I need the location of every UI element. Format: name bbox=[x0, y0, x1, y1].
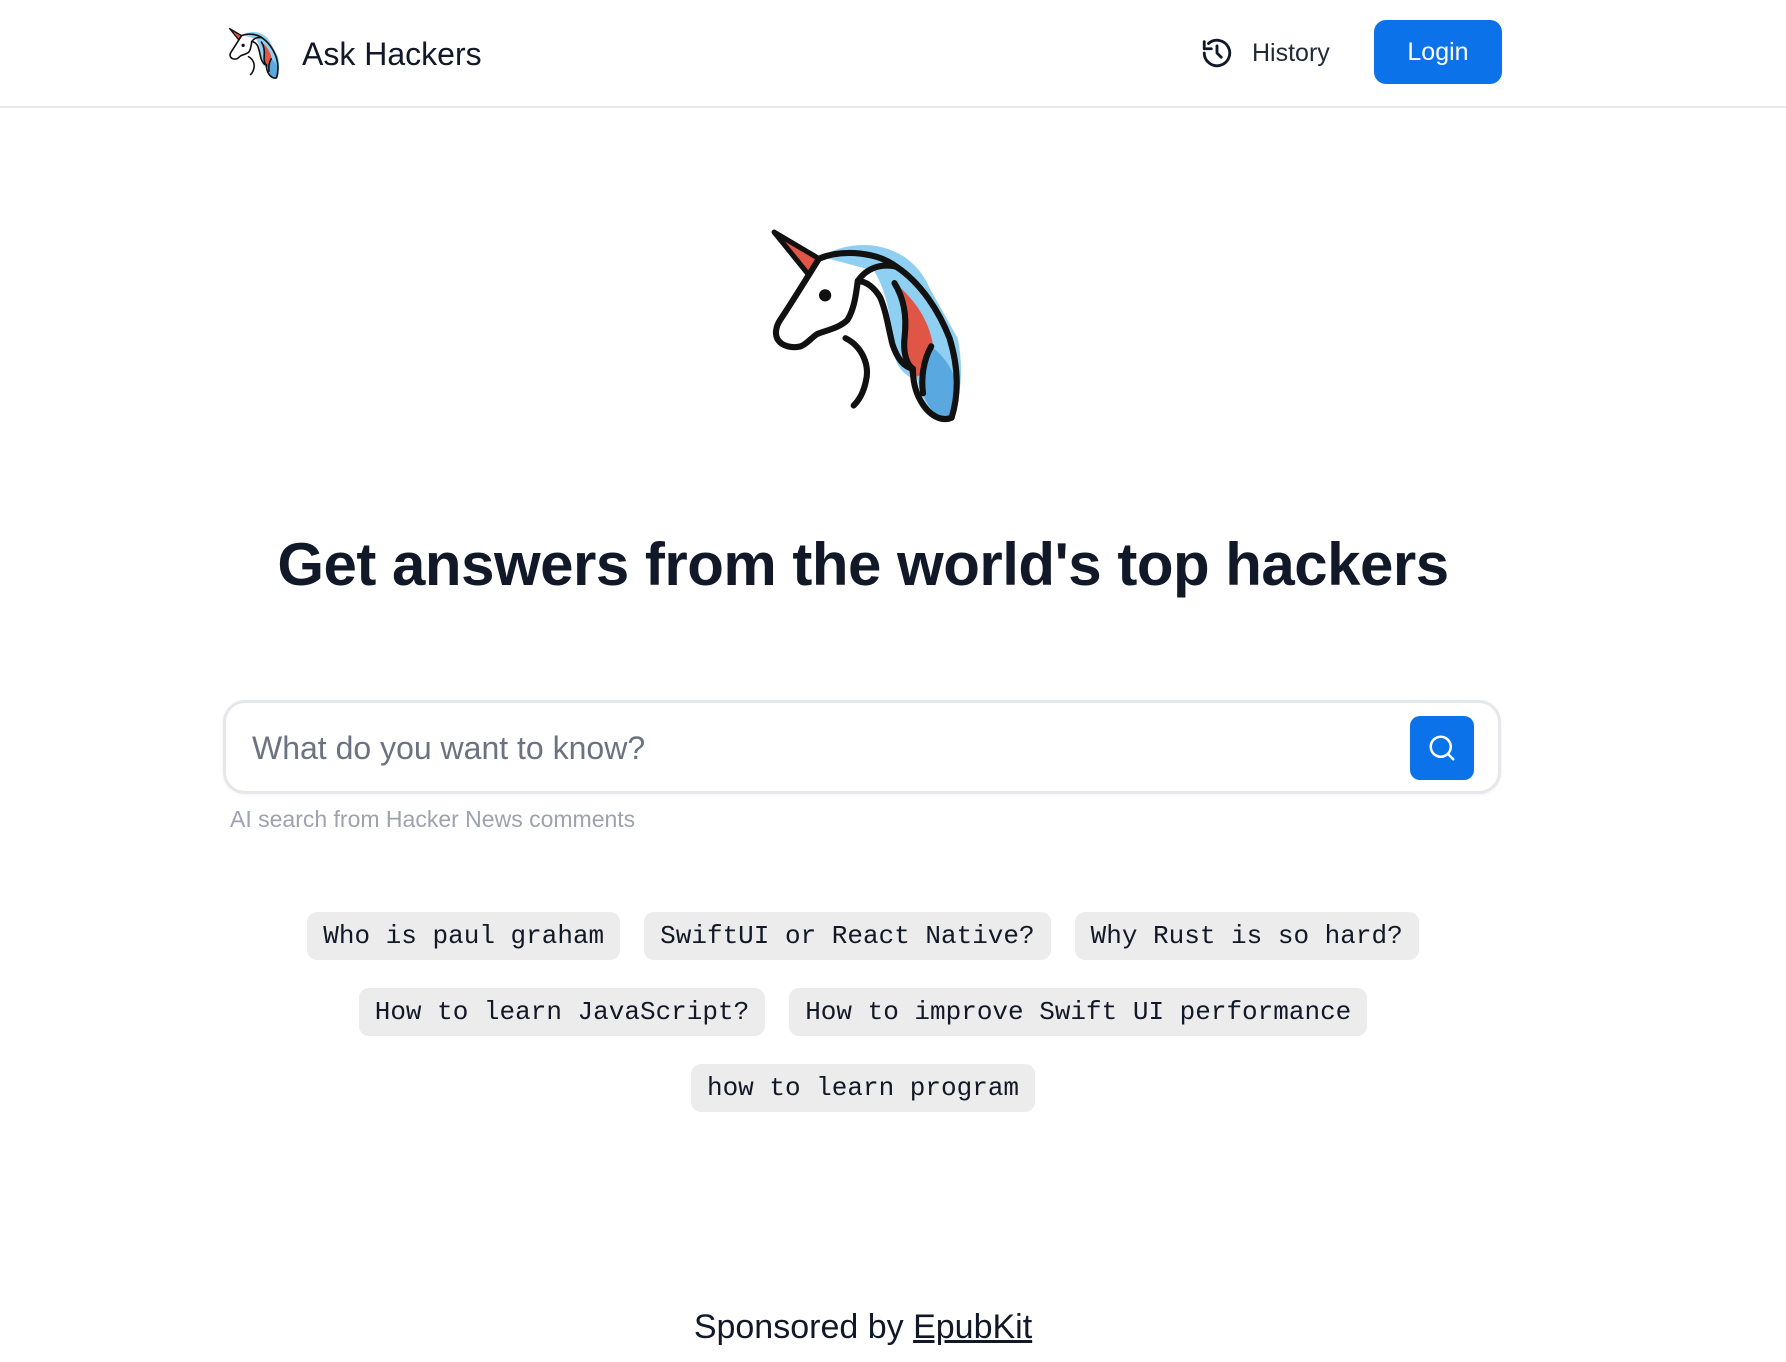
top-nav: Ask Hackers History Login bbox=[0, 0, 1786, 108]
history-link[interactable]: History bbox=[1200, 32, 1330, 74]
suggestion-chip[interactable]: how to learn program bbox=[690, 1064, 1036, 1112]
sponsor-line: Sponsored by EpubKit bbox=[0, 1308, 1726, 1347]
brand-link[interactable]: Ask Hackers bbox=[228, 26, 482, 82]
search-box bbox=[223, 700, 1501, 794]
sponsor-link[interactable]: EpubKit bbox=[913, 1308, 1032, 1346]
search-input[interactable] bbox=[250, 717, 1354, 779]
suggestion-chip[interactable]: How to improve Swift UI performance bbox=[789, 988, 1368, 1036]
history-clock-icon bbox=[1202, 38, 1232, 68]
search-caption: AI search from Hacker News comments bbox=[230, 806, 636, 832]
suggestions-row: Who is paul graham SwiftUI or React Nati… bbox=[0, 912, 1726, 960]
suggestions-row: how to learn program bbox=[0, 1064, 1726, 1112]
suggestion-chip[interactable]: How to learn JavaScript? bbox=[358, 988, 766, 1036]
suggestion-chip[interactable]: Why Rust is so hard? bbox=[1074, 912, 1419, 960]
search-icon bbox=[1429, 735, 1455, 761]
suggestions-row: How to learn JavaScript? How to improve … bbox=[0, 988, 1726, 1036]
login-button[interactable]: Login bbox=[1374, 20, 1502, 84]
suggestion-chip[interactable]: Who is paul graham bbox=[307, 912, 621, 960]
unicorn-icon bbox=[228, 27, 282, 81]
search-button[interactable] bbox=[1410, 716, 1474, 780]
history-label: History bbox=[1252, 38, 1330, 67]
brand-name: Ask Hackers bbox=[302, 35, 482, 72]
sponsor-prefix: Sponsored by bbox=[693, 1308, 904, 1346]
page-title: Get answers from the world's top hackers bbox=[277, 531, 1449, 598]
unicorn-icon bbox=[760, 226, 980, 430]
suggestion-chip[interactable]: SwiftUI or React Native? bbox=[644, 912, 1051, 960]
